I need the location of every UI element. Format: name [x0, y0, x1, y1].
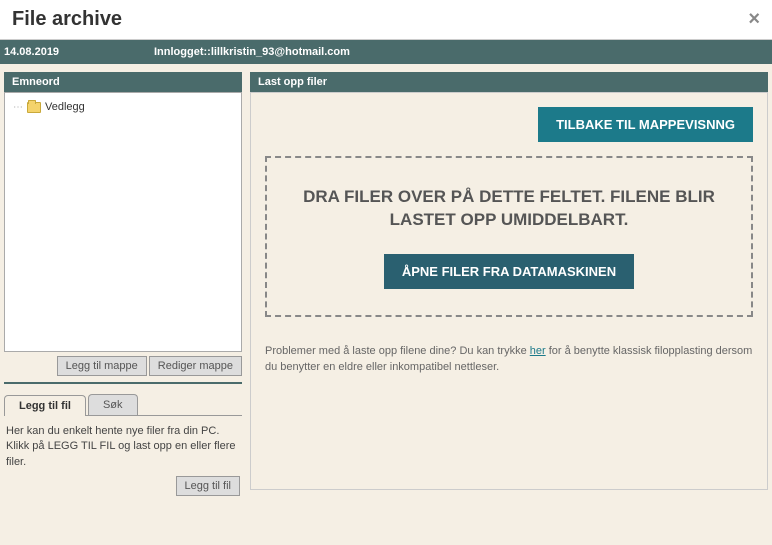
- right-column: Last opp filer TILBAKE TIL MAPPEVISNNG D…: [250, 72, 768, 504]
- close-icon[interactable]: ×: [748, 8, 760, 31]
- folder-icon: [27, 102, 41, 113]
- divider: [4, 382, 242, 384]
- upload-header: Last opp filer: [250, 72, 768, 92]
- upload-help-text: Problemer med å laste opp filene dine? D…: [265, 343, 753, 376]
- info-login: Innlogget::lillkristin_93@hotmail.com: [154, 46, 350, 58]
- page-title: File archive: [12, 8, 122, 31]
- open-files-button[interactable]: ÅPNE FILER FRA DATAMASKINEN: [384, 254, 634, 289]
- file-dropzone[interactable]: DRA FILER OVER PÅ DETTE FELTET. FILENE B…: [265, 156, 753, 317]
- classic-upload-link[interactable]: her: [530, 345, 546, 357]
- header-bar: File archive ×: [0, 0, 772, 40]
- tree-item-label: Vedlegg: [45, 101, 85, 113]
- edit-folder-button[interactable]: Rediger mappe: [149, 356, 242, 376]
- help-text-before: Problemer med å laste opp filene dine? D…: [265, 345, 530, 357]
- folder-tree: ⋯ Vedlegg: [4, 92, 242, 352]
- dropzone-instruction: DRA FILER OVER PÅ DETTE FELTET. FILENE B…: [285, 186, 733, 232]
- tab-search[interactable]: Søk: [88, 394, 138, 415]
- tab-content-add-file: Her kan du enkelt hente nye filer fra di…: [4, 416, 242, 504]
- info-bar: 14.08.2019 Innlogget::lillkristin_93@hot…: [0, 40, 772, 64]
- add-file-button[interactable]: Legg til fil: [176, 476, 240, 496]
- tree-item-vedlegg[interactable]: ⋯ Vedlegg: [13, 101, 233, 113]
- info-date: 14.08.2019: [4, 46, 154, 58]
- tree-connector-icon: ⋯: [13, 102, 23, 113]
- folder-buttons-row: Legg til mappe Rediger mappe: [4, 356, 242, 376]
- tree-header: Emneord: [4, 72, 242, 92]
- tab-add-file[interactable]: Legg til fil: [4, 395, 86, 416]
- add-folder-button[interactable]: Legg til mappe: [57, 356, 147, 376]
- add-file-help-text: Her kan du enkelt hente nye filer fra di…: [6, 424, 240, 470]
- upload-panel-body: TILBAKE TIL MAPPEVISNNG DRA FILER OVER P…: [250, 92, 768, 490]
- left-column: Emneord ⋯ Vedlegg Legg til mappe Rediger…: [4, 72, 242, 504]
- tabs-row: Legg til fil Søk: [4, 394, 242, 416]
- back-to-folder-view-button[interactable]: TILBAKE TIL MAPPEVISNNG: [538, 107, 753, 142]
- main-area: Emneord ⋯ Vedlegg Legg til mappe Rediger…: [0, 64, 772, 512]
